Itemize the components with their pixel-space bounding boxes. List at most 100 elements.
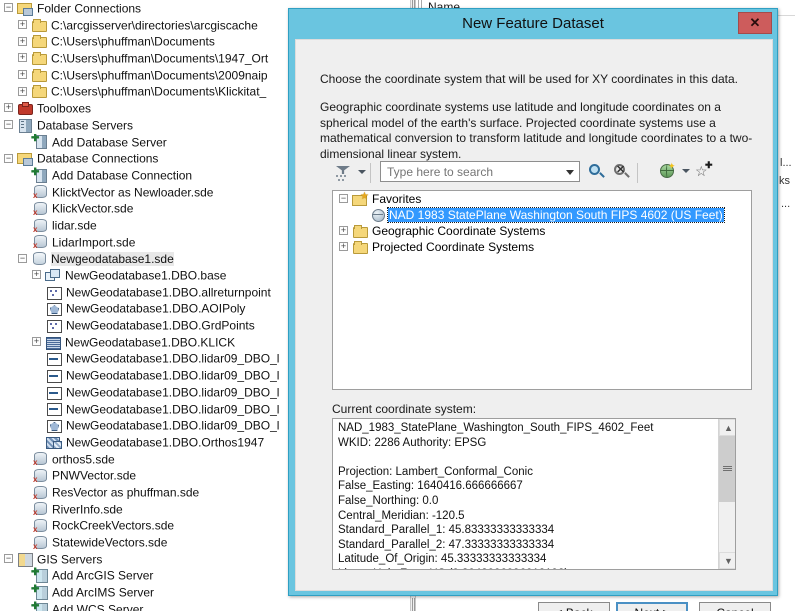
expand-icon[interactable]: + bbox=[339, 242, 348, 252]
gis-server-icon bbox=[17, 552, 33, 567]
tree-item-label: Add Database Connection bbox=[52, 168, 193, 183]
tree-item-label: Database Servers bbox=[37, 118, 134, 133]
scrollbar-thumb[interactable] bbox=[719, 436, 735, 502]
scroll-up-icon[interactable]: ▲ bbox=[719, 419, 735, 436]
tree-item-label: NewGeodatabase1.DBO.lidar09_DBO_l bbox=[66, 401, 280, 416]
folder-icon bbox=[31, 51, 47, 65]
intro-text-line2: Geographic coordinate systems use latitu… bbox=[320, 100, 753, 161]
collapse-icon[interactable]: − bbox=[339, 194, 348, 204]
tree-item-label: NewGeodatabase1.DBO.Orthos1947 bbox=[66, 435, 265, 450]
sde-icon bbox=[32, 518, 48, 534]
tree-item-label: KlickVector.sde bbox=[52, 201, 134, 216]
sde-icon bbox=[32, 485, 48, 501]
expand-icon[interactable]: + bbox=[339, 226, 348, 236]
scroll-down-icon[interactable]: ▼ bbox=[719, 552, 735, 569]
add-database-server-icon bbox=[31, 134, 48, 150]
cs-tree-geographic[interactable]: + Geographic Coordinate Systems bbox=[333, 223, 751, 239]
chevron-down-icon[interactable] bbox=[682, 169, 690, 173]
tree-item-label: C:\Users\phuffman\Documents\2009naip bbox=[51, 68, 268, 83]
folder-icon bbox=[31, 18, 47, 32]
toolbar-separator-1 bbox=[370, 163, 371, 183]
cs-tree-item-label: Projected Coordinate Systems bbox=[372, 240, 535, 254]
tree-item-label: NewGeodatabase1.DBO.lidar09_DBO_l bbox=[66, 351, 280, 366]
folder-icon bbox=[31, 34, 47, 49]
current-coordinate-system-label: Current coordinate system: bbox=[332, 402, 477, 416]
line-feature-class-icon bbox=[46, 368, 62, 383]
expand-icon[interactable]: + bbox=[4, 103, 13, 113]
cs-tree-nad1983-wa-south[interactable]: NAD 1983 StatePlane Washington South FIP… bbox=[333, 207, 751, 223]
sde-icon bbox=[32, 184, 48, 200]
back-button[interactable]: < Back bbox=[538, 602, 610, 611]
tree-item-label: RockCreekVectors.sde bbox=[52, 518, 175, 533]
folder-icon bbox=[31, 68, 47, 82]
collapse-icon[interactable]: − bbox=[18, 253, 27, 263]
expand-icon[interactable]: + bbox=[18, 70, 27, 80]
intro-text-line1: Choose the coordinate system that will b… bbox=[320, 72, 739, 86]
feature-dataset-icon bbox=[45, 268, 61, 282]
add-to-favorites-icon[interactable]: ☆ ✚ bbox=[694, 161, 716, 182]
chevron-down-icon[interactable] bbox=[561, 163, 578, 180]
search-input[interactable] bbox=[385, 164, 545, 180]
globe-icon[interactable]: ✦ bbox=[657, 161, 679, 182]
search-combobox[interactable] bbox=[380, 161, 580, 182]
folder-icon bbox=[352, 240, 368, 254]
collapse-icon[interactable]: − bbox=[4, 554, 13, 564]
mosaic-dataset-icon bbox=[46, 435, 62, 449]
tree-item-label: NewGeodatabase1.DBO.lidar09_DBO_l bbox=[66, 385, 280, 400]
sde-icon bbox=[32, 218, 48, 234]
chevron-down-icon[interactable] bbox=[358, 170, 366, 174]
folder-icon bbox=[352, 224, 368, 238]
raster-dataset-icon bbox=[45, 335, 61, 350]
close-icon[interactable]: ✕ bbox=[738, 12, 772, 34]
polygon-feature-class-icon bbox=[46, 301, 62, 317]
coordinate-system-scrollbar[interactable]: ▲ ▼ bbox=[718, 419, 735, 569]
tree-item-label: NewGeodatabase1.DBO.GrdPoints bbox=[66, 318, 255, 333]
tree-item-label: RiverInfo.sde bbox=[52, 502, 123, 517]
sde-icon bbox=[32, 468, 48, 484]
sde-icon bbox=[32, 535, 48, 551]
expand-icon[interactable]: + bbox=[32, 270, 41, 280]
expand-icon[interactable]: + bbox=[18, 20, 27, 30]
tree-item-label: StatewideVectors.sde bbox=[52, 535, 168, 550]
collapse-icon[interactable]: − bbox=[4, 153, 13, 163]
expand-icon[interactable]: + bbox=[18, 86, 27, 96]
dialog-footer: < Back Next > Cancel bbox=[296, 594, 774, 611]
right-pane-snippet-1: l... bbox=[780, 157, 792, 169]
cs-tree-projected[interactable]: + Projected Coordinate Systems bbox=[333, 239, 751, 255]
cancel-button[interactable]: Cancel bbox=[699, 602, 771, 611]
line-feature-class-icon bbox=[46, 385, 62, 400]
sde-open-icon bbox=[31, 251, 47, 266]
coordinate-system-toolbar: ✕ ✦ ☆ ✚ bbox=[332, 160, 752, 188]
polygon-feature-class-icon bbox=[46, 418, 62, 434]
collapse-icon[interactable]: − bbox=[4, 120, 13, 130]
tree-item-label: Add Database Server bbox=[52, 134, 167, 149]
cs-tree-favorites[interactable]: − Favorites bbox=[333, 191, 751, 207]
next-button[interactable]: Next > bbox=[616, 602, 688, 611]
tree-item-label: Add WCS Server bbox=[52, 602, 144, 611]
tree-item-label: NewGeodatabase1.DBO.AOIPoly bbox=[66, 301, 246, 316]
dialog-title-bar[interactable]: New Feature Dataset ✕ bbox=[289, 9, 777, 39]
search-icon[interactable] bbox=[586, 161, 608, 182]
tree-item-label: C:\Users\phuffman\Documents bbox=[51, 34, 215, 49]
filter-icon[interactable] bbox=[332, 162, 354, 184]
expand-icon[interactable]: + bbox=[18, 53, 27, 63]
right-pane-snippet-2: ks bbox=[779, 175, 790, 187]
tree-item-label: orthos5.sde bbox=[52, 452, 115, 467]
collapse-icon[interactable]: − bbox=[4, 3, 13, 13]
current-coordinate-system-text: NAD_1983_StatePlane_Washington_South_FIP… bbox=[338, 422, 654, 569]
folder-connection-icon bbox=[17, 151, 33, 167]
expand-icon[interactable]: + bbox=[32, 337, 41, 347]
favorites-folder-icon bbox=[352, 192, 369, 206]
tree-item-label: Add ArcIMS Server bbox=[52, 585, 155, 600]
toolbar-separator-2 bbox=[637, 163, 638, 183]
clear-search-icon[interactable]: ✕ bbox=[611, 161, 633, 182]
point-feature-class-icon bbox=[46, 285, 62, 300]
tree-item-label: Database Connections bbox=[37, 151, 159, 166]
coordinate-system-tree[interactable]: − FavoritesNAD 1983 StatePlane Washington… bbox=[332, 190, 752, 390]
tree-item-label: LidarImport.sde bbox=[52, 235, 136, 250]
expand-icon[interactable]: + bbox=[18, 36, 27, 46]
tree-item-label: KlicktVector as Newloader.sde bbox=[52, 185, 214, 200]
sde-icon bbox=[32, 501, 48, 517]
tree-item-label: C:\Users\phuffman\Documents\Klickitat_ bbox=[51, 84, 267, 99]
toolbox-icon bbox=[17, 101, 33, 115]
